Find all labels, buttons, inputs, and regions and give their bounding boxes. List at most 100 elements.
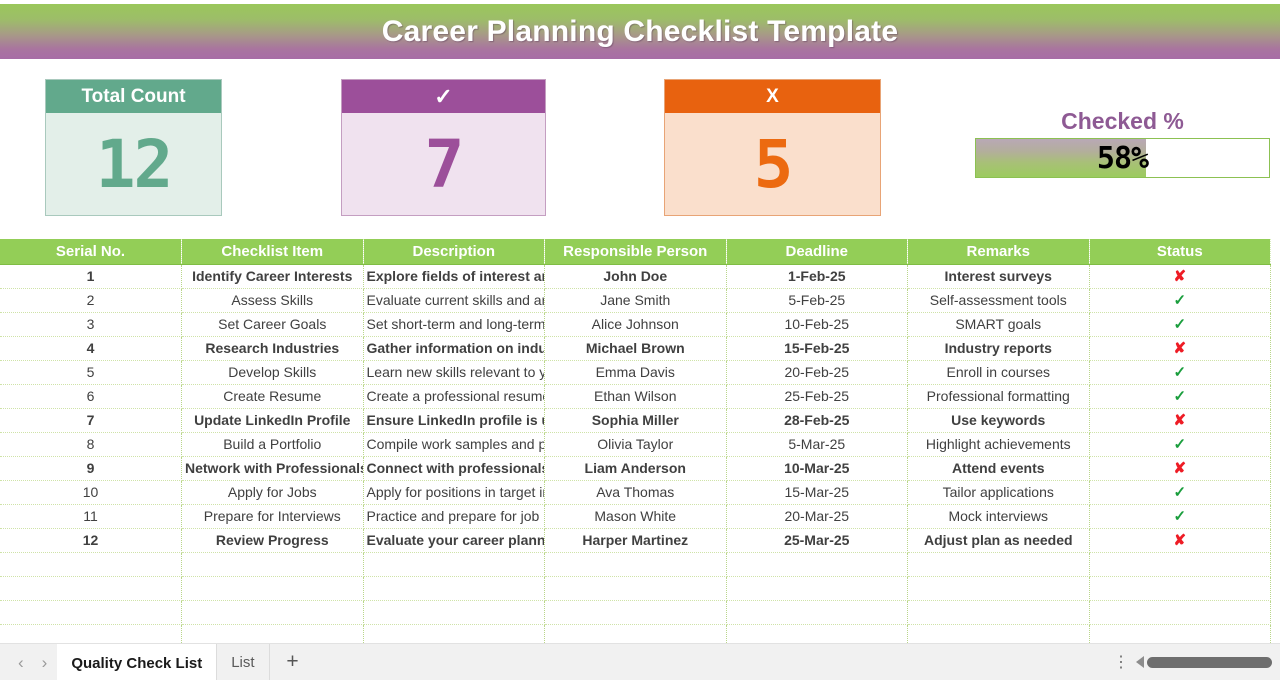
cell-empty[interactable] <box>544 600 727 625</box>
status-check-icon[interactable]: ✓ <box>1089 432 1271 457</box>
table-row[interactable]: 7 Update LinkedIn Profile Ensure LinkedIn … <box>0 408 1271 433</box>
cell-empty[interactable] <box>544 624 727 644</box>
cell-empty[interactable] <box>544 576 727 601</box>
cell-remarks[interactable]: SMART goals <box>907 312 1090 337</box>
cell-checklist-item[interactable]: Update LinkedIn Profile <box>181 408 364 433</box>
table-row-empty[interactable] <box>0 600 1271 625</box>
status-check-icon[interactable]: ✓ <box>1089 384 1271 409</box>
cell-empty[interactable] <box>1089 576 1271 601</box>
cell-empty[interactable] <box>907 624 1090 644</box>
cell-serial-no[interactable]: 5 <box>0 360 182 385</box>
cell-remarks[interactable]: Interest surveys <box>907 264 1090 289</box>
cell-empty[interactable] <box>1089 600 1271 625</box>
scroll-left-icon[interactable] <box>1136 656 1144 668</box>
sheet-tab-list[interactable]: List <box>216 644 268 680</box>
cell-description[interactable]: Learn new skills relevant to your goals <box>363 360 545 385</box>
cell-empty[interactable] <box>1089 624 1271 644</box>
column-header-description[interactable]: Description <box>363 239 545 265</box>
next-sheet-icon[interactable]: › <box>42 654 48 671</box>
status-cross-icon[interactable]: ✘ <box>1089 456 1271 481</box>
cell-description[interactable]: Apply for positions in target industries <box>363 480 545 505</box>
cell-checklist-item[interactable]: Develop Skills <box>181 360 364 385</box>
table-row[interactable]: 5 Develop Skills Learn new skills relevant… <box>0 360 1271 385</box>
cell-deadline[interactable]: 28-Feb-25 <box>726 408 908 433</box>
cell-checklist-item[interactable]: Set Career Goals <box>181 312 364 337</box>
prev-sheet-icon[interactable]: ‹ <box>18 654 24 671</box>
cell-deadline[interactable]: 10-Mar-25 <box>726 456 908 481</box>
table-row-empty[interactable] <box>0 624 1271 644</box>
cell-empty[interactable] <box>726 552 908 577</box>
cell-description[interactable]: Create a professional resume <box>363 384 545 409</box>
scrollbar-thumb[interactable] <box>1147 656 1272 668</box>
cell-responsible-person[interactable]: John Doe <box>544 264 727 289</box>
cell-empty[interactable] <box>726 600 908 625</box>
status-cross-icon[interactable]: ✘ <box>1089 528 1271 553</box>
cell-deadline[interactable]: 5-Mar-25 <box>726 432 908 457</box>
cell-serial-no[interactable]: 1 <box>0 264 182 289</box>
table-row[interactable]: 12 Review Progress Evaluate your career pl… <box>0 528 1271 553</box>
status-check-icon[interactable]: ✓ <box>1089 312 1271 337</box>
status-cross-icon[interactable]: ✘ <box>1089 336 1271 361</box>
cell-serial-no[interactable]: 10 <box>0 480 182 505</box>
table-row[interactable]: 8 Build a Portfolio Compile work samples a… <box>0 432 1271 457</box>
cell-responsible-person[interactable]: Emma Davis <box>544 360 727 385</box>
table-row[interactable]: 1 Identify Career Interests Explore fields… <box>0 264 1271 289</box>
status-check-icon[interactable]: ✓ <box>1089 360 1271 385</box>
cell-responsible-person[interactable]: Olivia Taylor <box>544 432 727 457</box>
cell-checklist-item[interactable]: Prepare for Interviews <box>181 504 364 529</box>
cell-empty[interactable] <box>363 552 545 577</box>
cell-remarks[interactable]: Tailor applications <box>907 480 1090 505</box>
sheet-tab-quality-check-list[interactable]: Quality Check List <box>57 644 217 680</box>
column-header-deadline[interactable]: Deadline <box>726 239 908 265</box>
cell-empty[interactable] <box>181 624 364 644</box>
cell-empty[interactable] <box>907 600 1090 625</box>
cell-empty[interactable] <box>0 624 182 644</box>
column-header-serial-no[interactable]: Serial No. <box>0 239 182 265</box>
cell-empty[interactable] <box>363 576 545 601</box>
table-row-empty[interactable] <box>0 576 1271 601</box>
cell-deadline[interactable]: 25-Mar-25 <box>726 528 908 553</box>
column-header-remarks[interactable]: Remarks <box>907 239 1090 265</box>
cell-empty[interactable] <box>0 552 182 577</box>
cell-remarks[interactable]: Use keywords <box>907 408 1090 433</box>
cell-serial-no[interactable]: 2 <box>0 288 182 313</box>
cell-remarks[interactable]: Industry reports <box>907 336 1090 361</box>
cell-checklist-item[interactable]: Review Progress <box>181 528 364 553</box>
cell-empty[interactable] <box>544 552 727 577</box>
cell-empty[interactable] <box>726 576 908 601</box>
cell-serial-no[interactable]: 9 <box>0 456 182 481</box>
cell-empty[interactable] <box>907 576 1090 601</box>
table-row[interactable]: 3 Set Career Goals Set short-term and long… <box>0 312 1271 337</box>
cell-responsible-person[interactable]: Harper Martinez <box>544 528 727 553</box>
cell-description[interactable]: Connect with professionals in your field <box>363 456 545 481</box>
cell-serial-no[interactable]: 3 <box>0 312 182 337</box>
cell-serial-no[interactable]: 12 <box>0 528 182 553</box>
cell-deadline[interactable]: 20-Feb-25 <box>726 360 908 385</box>
cell-remarks[interactable]: Mock interviews <box>907 504 1090 529</box>
cell-description[interactable]: Ensure LinkedIn profile is up-to-date <box>363 408 545 433</box>
cell-description[interactable]: Explore fields of interest and passion <box>363 264 545 289</box>
cell-deadline[interactable]: 5-Feb-25 <box>726 288 908 313</box>
table-row-empty[interactable] <box>0 552 1271 577</box>
horizontal-scrollbar[interactable] <box>1136 644 1280 680</box>
column-header-responsible-person[interactable]: Responsible Person <box>544 239 727 265</box>
cell-empty[interactable] <box>0 576 182 601</box>
cell-responsible-person[interactable]: Jane Smith <box>544 288 727 313</box>
table-row[interactable]: 11 Prepare for Interviews Practice and pre… <box>0 504 1271 529</box>
column-header-checklist-item[interactable]: Checklist Item <box>181 239 364 265</box>
cell-empty[interactable] <box>1089 552 1271 577</box>
cell-empty[interactable] <box>363 600 545 625</box>
cell-checklist-item[interactable]: Research Industries <box>181 336 364 361</box>
cell-responsible-person[interactable]: Liam Anderson <box>544 456 727 481</box>
cell-serial-no[interactable]: 8 <box>0 432 182 457</box>
table-row[interactable]: 2 Assess Skills Evaluate current skills an… <box>0 288 1271 313</box>
cell-checklist-item[interactable]: Build a Portfolio <box>181 432 364 457</box>
cell-checklist-item[interactable]: Create Resume <box>181 384 364 409</box>
cell-description[interactable]: Set short-term and long-term career obje… <box>363 312 545 337</box>
cell-deadline[interactable]: 25-Feb-25 <box>726 384 908 409</box>
status-check-icon[interactable]: ✓ <box>1089 288 1271 313</box>
cell-empty[interactable] <box>907 552 1090 577</box>
cell-remarks[interactable]: Highlight achievements <box>907 432 1090 457</box>
table-row[interactable]: 10 Apply for Jobs Apply for positions in t… <box>0 480 1271 505</box>
add-sheet-button[interactable]: + <box>268 644 316 680</box>
